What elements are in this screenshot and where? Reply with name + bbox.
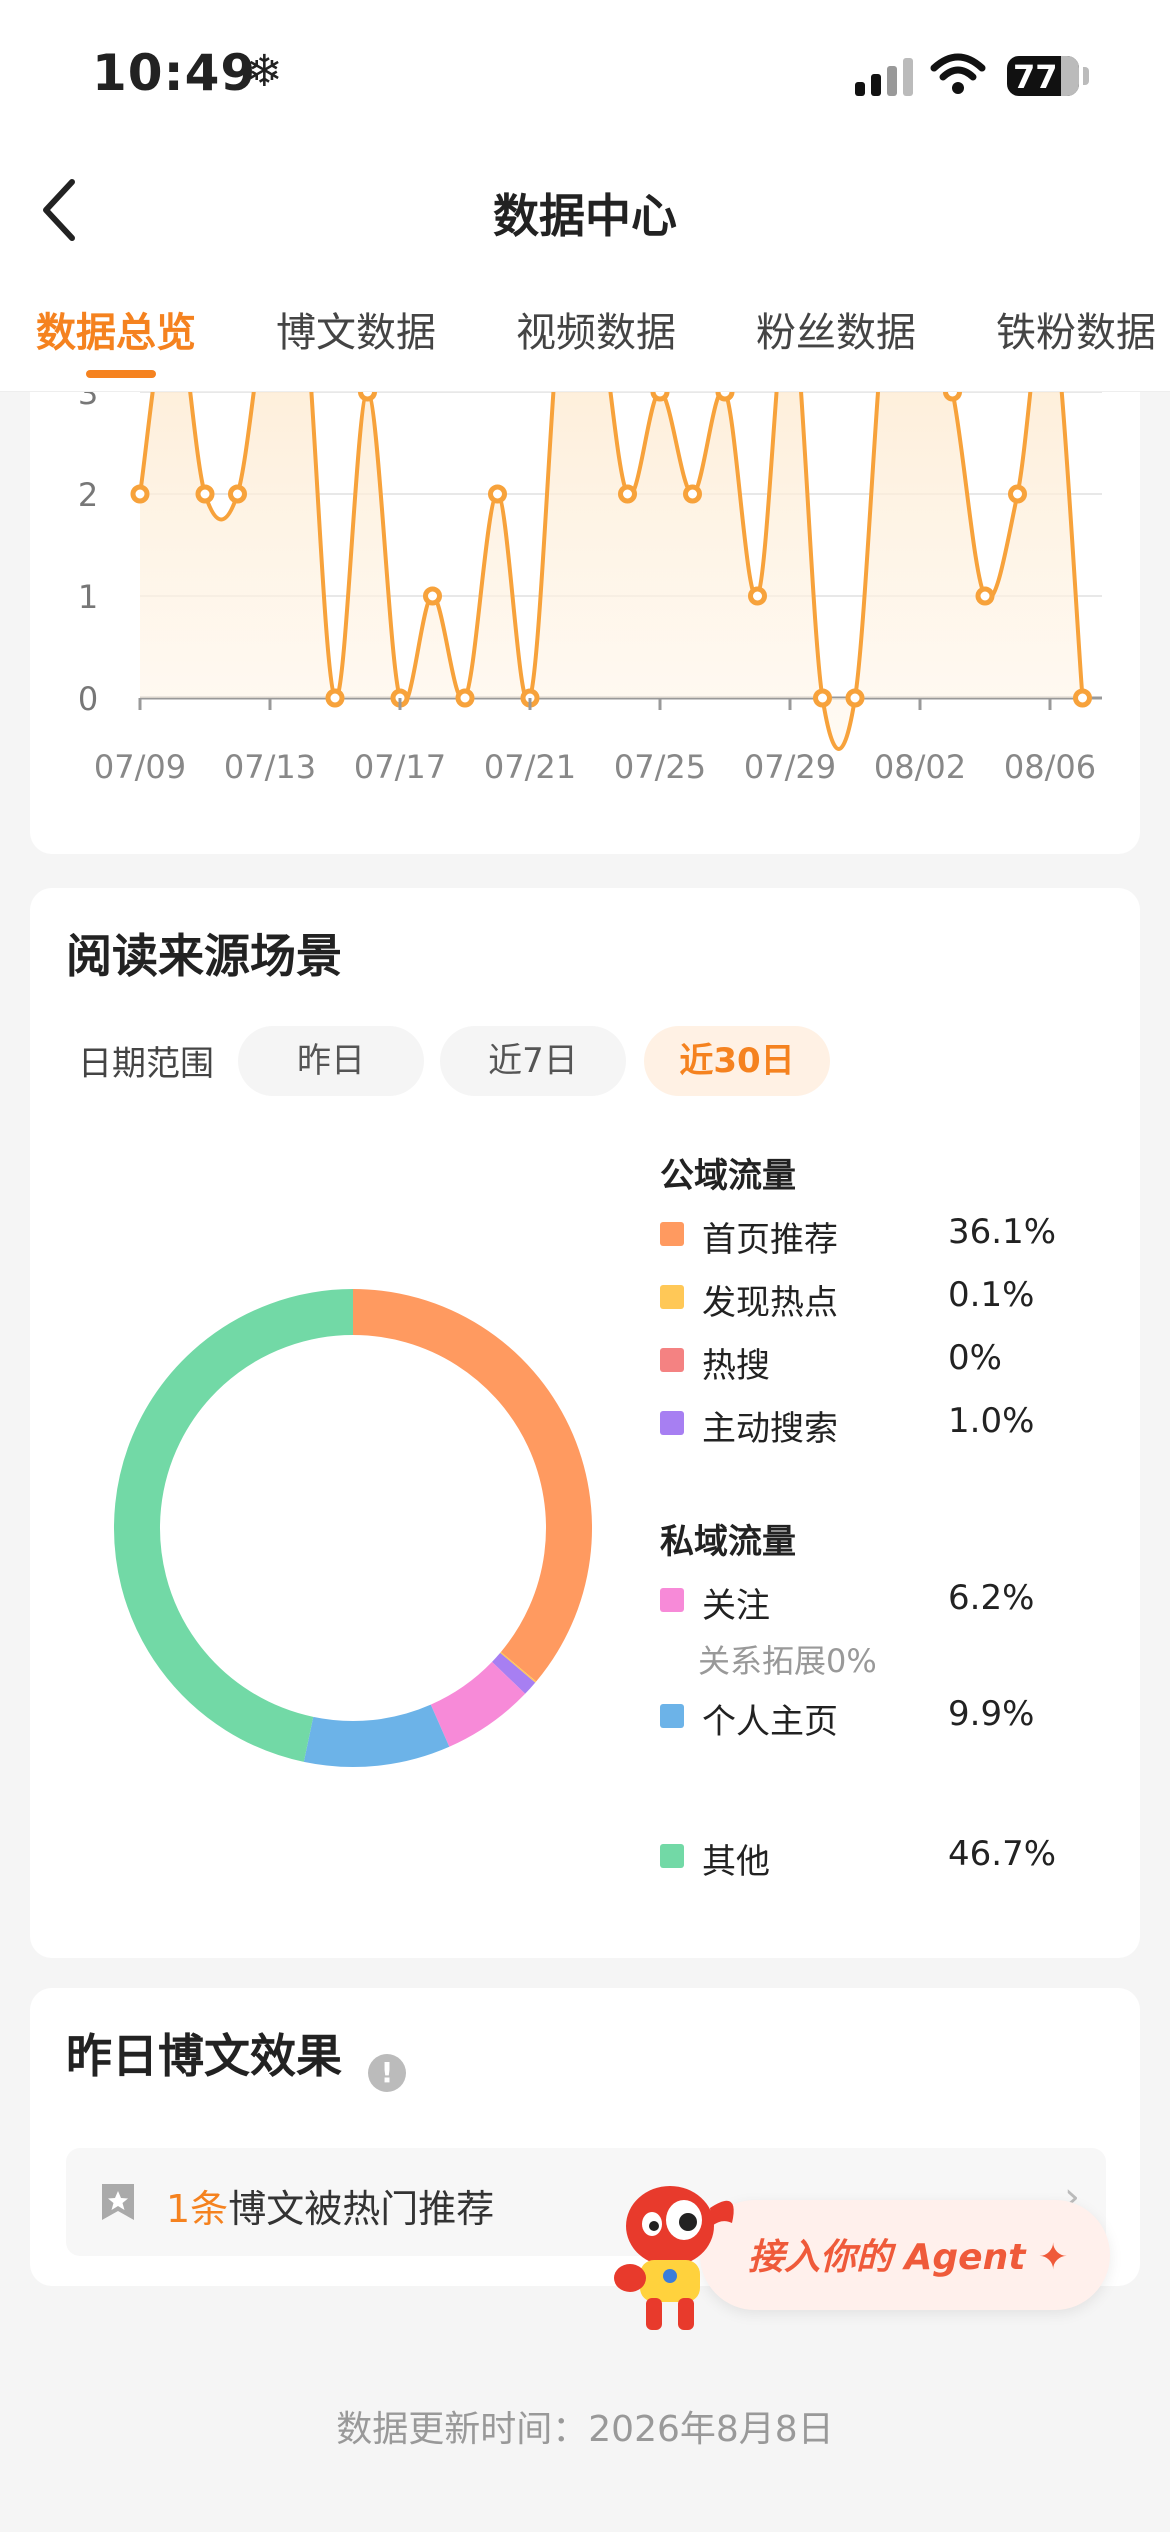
legend-swatch [660, 1704, 684, 1728]
battery-level: 77 [1013, 58, 1058, 96]
active-tab-indicator [86, 370, 156, 378]
x-tick-label: 07/25 [614, 748, 706, 786]
donut-slice [430, 1661, 526, 1747]
x-tick-label: 07/09 [94, 748, 186, 786]
legend-label: 热搜 [702, 1346, 770, 1386]
y-tick-label: 2 [78, 476, 98, 514]
legend-value: 46.7% [948, 1834, 1057, 1874]
donut-slice [491, 1652, 536, 1694]
legend-swatch [660, 1222, 684, 1246]
data-point [715, 392, 735, 402]
donut-slice [352, 1289, 592, 1682]
line-area-fill [140, 392, 1083, 749]
data-point [1073, 688, 1092, 708]
source-donut-chart [114, 1289, 592, 1767]
legend-label: 发现热点 [702, 1283, 838, 1323]
trend-line-chart: 0 1 2 3 07/09 07/13 07/17 07/21 07/25 07/29 08/02 0… [78, 392, 1102, 786]
legend-label: 其他 [702, 1842, 770, 1882]
data-point [813, 688, 832, 708]
status-bar: 10:49 ❄ 77 [0, 0, 1170, 150]
public-traffic-heading: 公域流量 [660, 1156, 796, 1196]
snowflake-icon: ❄ [246, 46, 283, 97]
data-point [195, 484, 215, 504]
x-tick-label: 08/06 [1004, 748, 1096, 786]
data-point [455, 688, 475, 708]
legend-swatch [660, 1285, 684, 1309]
tab-videos[interactable]: 视频数据 [516, 300, 676, 358]
tab-iron-fans[interactable]: 铁粉数据 [996, 300, 1156, 358]
mascot-icon [614, 2186, 734, 2330]
donut-slice [303, 1704, 450, 1767]
legend-label: 个人主页 [702, 1702, 838, 1742]
agent-banner[interactable]: 接入你的 Agent ✦ [700, 2200, 1110, 2310]
data-point [358, 392, 377, 402]
trend-chart-card: 0 1 2 3 07/09 07/13 07/17 07/21 07/25 07/29 08/02 0… [30, 392, 1140, 854]
legend-label: 首页推荐 [702, 1220, 838, 1260]
legend-label: 关注 [702, 1586, 770, 1626]
read-source-card: 阅读来源场景 日期范围 昨日 近7日 近30日 公域流量 首页推荐 36.1% … [30, 888, 1140, 1958]
legend-value: 1.0% [948, 1401, 1035, 1441]
agent-banner-label: 接入你的 Agent ✦ [748, 2237, 1069, 2278]
legend-swatch [660, 1844, 684, 1868]
data-point [845, 688, 865, 708]
y-tick-label: 3 [78, 392, 98, 412]
legend-swatch [660, 1588, 684, 1612]
tab-posts[interactable]: 博文数据 [276, 300, 436, 358]
data-point [650, 392, 670, 402]
legend-sub-label: 关系拓展0% [698, 1642, 877, 1680]
y-tick-label: 0 [78, 680, 98, 718]
data-point [975, 586, 995, 606]
legend-value: 36.1% [948, 1212, 1057, 1252]
x-tick-label: 08/02 [874, 748, 966, 786]
data-update-time: 数据更新时间：2026年8月8日 [336, 2409, 834, 2450]
data-point [748, 586, 767, 606]
legend-value: 9.9% [948, 1694, 1035, 1734]
hot-recommend-text: 1条博文被热门推荐 [166, 2178, 494, 2233]
data-point [618, 484, 637, 504]
x-tick-label: 07/17 [354, 748, 446, 786]
cellular-signal-icon [855, 58, 913, 96]
source-title: 阅读来源场景 [66, 929, 342, 983]
battery-icon: 77 [1007, 56, 1079, 96]
y-tick-label: 1 [78, 578, 98, 616]
data-point [488, 484, 507, 504]
pill-30days[interactable]: 近30日 [644, 1026, 830, 1096]
data-point [228, 484, 247, 504]
hot-recommend-label: 博文被热门推荐 [228, 2187, 495, 2231]
wifi-icon [930, 53, 986, 94]
x-tick-label: 07/13 [224, 748, 316, 786]
data-point [130, 484, 150, 504]
tab-fans[interactable]: 粉丝数据 [756, 300, 916, 358]
legend-value: 0% [948, 1338, 1002, 1378]
legend-swatch [660, 1348, 684, 1372]
hot-recommend-count: 1条 [166, 2187, 229, 2231]
donut-slice [114, 1289, 354, 1762]
private-traffic-heading: 私域流量 [660, 1522, 796, 1562]
page-title: 数据中心 [493, 189, 677, 243]
data-point [1008, 484, 1027, 504]
x-tick-label: 07/29 [744, 748, 836, 786]
pill-7days[interactable]: 近7日 [440, 1026, 626, 1096]
bookmark-star-icon [102, 2184, 134, 2220]
legend-value: 0.1% [948, 1275, 1035, 1315]
data-point [423, 586, 442, 606]
date-range-label: 日期范围 [78, 1044, 214, 1084]
tab-bar: 数据总览 博文数据 视频数据 粉丝数据 铁粉数据 [0, 270, 1170, 392]
legend-swatch [660, 1411, 684, 1435]
info-icon[interactable]: ! [368, 2054, 406, 2092]
effect-title: 昨日博文效果 [66, 2029, 342, 2083]
x-tick-label: 07/21 [484, 748, 576, 786]
legend-label: 主动搜索 [702, 1409, 838, 1449]
header: 数据中心 [0, 150, 1170, 270]
status-time: 10:49 [92, 44, 257, 102]
pill-yesterday[interactable]: 昨日 [238, 1026, 424, 1096]
data-point [683, 484, 702, 504]
data-point [325, 688, 345, 708]
tab-overview[interactable]: 数据总览 [36, 300, 196, 358]
legend-value: 6.2% [948, 1578, 1035, 1618]
data-point [943, 392, 962, 402]
donut-slice [500, 1651, 537, 1683]
